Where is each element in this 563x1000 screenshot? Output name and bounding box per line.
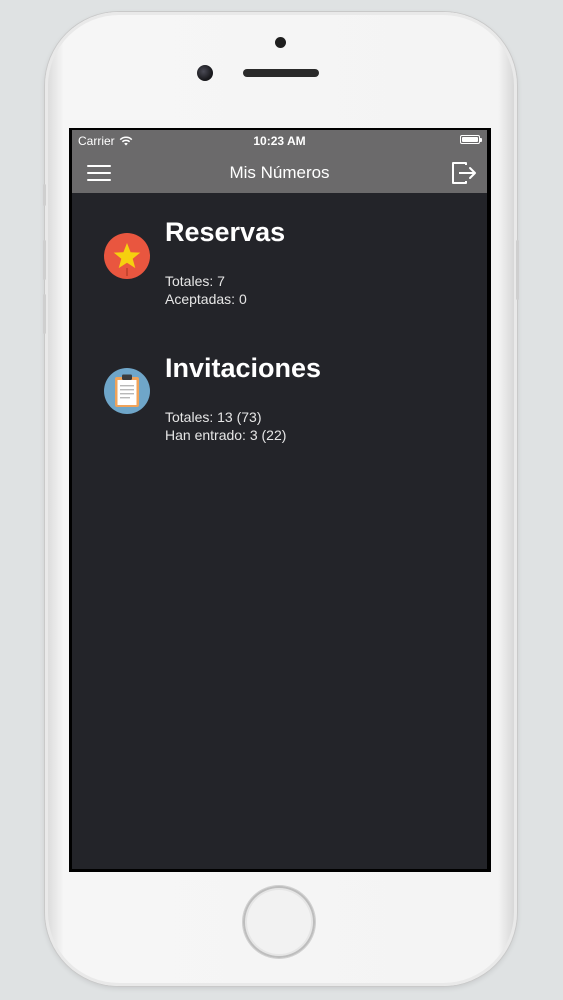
invitaciones-totales: Totales: 13 (73) xyxy=(165,409,262,425)
reservas-aceptadas: Aceptadas: 0 xyxy=(165,291,247,307)
volume-down-button xyxy=(43,294,46,334)
navigation-bar: Carrier 10:23 AM Mis Números xyxy=(72,130,487,193)
invitaciones-han-entrado: Han entrado: 3 (22) xyxy=(165,427,287,443)
clipboard-icon xyxy=(103,367,151,415)
home-button[interactable] xyxy=(243,886,315,958)
section-title-invitaciones: Invitaciones xyxy=(165,353,322,383)
proximity-sensor xyxy=(197,65,213,81)
status-time: 10:23 AM xyxy=(253,134,306,148)
star-icon xyxy=(103,232,151,280)
status-bar: Carrier 10:23 AM xyxy=(72,132,487,150)
app-view: Carrier 10:23 AM Mis Números Reservas To… xyxy=(72,130,487,869)
section-title-reservas: Reservas xyxy=(165,217,286,247)
battery-icon xyxy=(460,135,482,144)
volume-up-button xyxy=(43,240,46,280)
front-camera xyxy=(275,37,286,48)
reservas-section[interactable]: Reservas Totales: 7 Aceptadas: 0 xyxy=(72,193,487,313)
invitaciones-section[interactable]: Invitaciones Totales: 13 (73) Han entrad… xyxy=(72,329,487,449)
power-button xyxy=(516,240,519,300)
phone-screen: Carrier 10:23 AM Mis Números Reservas To… xyxy=(69,128,491,872)
logout-icon[interactable] xyxy=(450,160,478,186)
page-title: Mis Números xyxy=(229,163,330,182)
silent-switch xyxy=(43,184,46,206)
reservas-totales: Totales: 7 xyxy=(165,273,225,289)
earpiece-speaker xyxy=(243,69,319,77)
